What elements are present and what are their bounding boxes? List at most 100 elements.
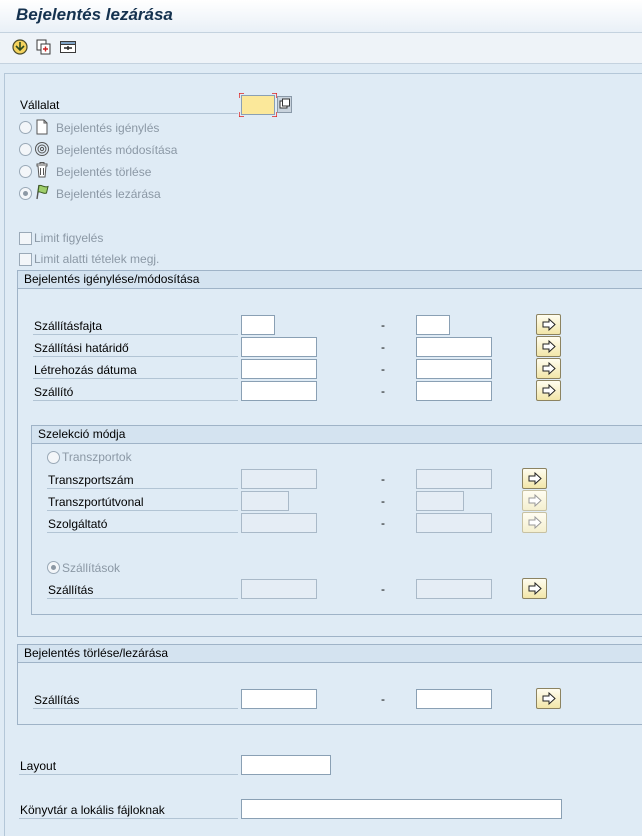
shipment-type-to-input[interactable]: [416, 315, 450, 335]
row-underline: [33, 356, 238, 357]
row-underline: [47, 510, 238, 511]
delivery-multiple-selection-button[interactable]: [522, 578, 547, 599]
delivery-label: Szállítás: [48, 583, 94, 597]
row-underline: [19, 818, 238, 819]
supplier-multiple-selection-button[interactable]: [536, 380, 561, 401]
service-provider-from-input[interactable]: [241, 513, 317, 533]
title-bar: Bejelentés lezárása: [0, 0, 642, 33]
delivery-deadline-label: Szállítási határidő: [34, 341, 129, 355]
radio-delete[interactable]: [19, 165, 32, 178]
local-directory-input[interactable]: [241, 799, 562, 819]
arrow-right-icon: [542, 383, 556, 398]
transport-number-to-input[interactable]: [416, 469, 492, 489]
radio-deliveries[interactable]: [47, 561, 60, 574]
close-delivery-to-input[interactable]: [416, 689, 492, 709]
creation-date-label: Létrehozás dátuma: [34, 363, 137, 377]
radio-request[interactable]: [19, 121, 32, 134]
document-icon: [36, 119, 48, 135]
below-limit-items-label: Limit alatti tételek megj.: [34, 252, 160, 266]
transport-number-multiple-selection-button[interactable]: [522, 468, 547, 489]
service-provider-label: Szolgáltató: [48, 517, 108, 531]
copy-variant-button[interactable]: [35, 38, 53, 56]
range-separator: -: [381, 472, 385, 486]
radio-modify[interactable]: [19, 143, 32, 156]
transport-route-label: Transzportútvonal: [48, 495, 144, 509]
delivery-deadline-to-input[interactable]: [416, 337, 492, 357]
creation-date-from-input[interactable]: [241, 359, 317, 379]
request-modify-group-title: Bejelentés igénylése/módosítása: [24, 272, 200, 286]
close-delivery-from-input[interactable]: [241, 689, 317, 709]
row-underline: [47, 532, 238, 533]
required-field-marker: [239, 93, 277, 117]
layout-input[interactable]: [241, 755, 331, 775]
radio-transports[interactable]: [47, 451, 60, 464]
row-underline: [19, 774, 238, 775]
shipment-type-multiple-selection-button[interactable]: [536, 314, 561, 335]
range-separator: -: [381, 494, 385, 508]
shipment-type-from-input[interactable]: [241, 315, 275, 335]
value-help-icon: [279, 98, 290, 109]
creation-date-multiple-selection-button[interactable]: [536, 358, 561, 379]
range-separator: -: [381, 340, 385, 354]
radio-close[interactable]: [19, 187, 32, 200]
selection-mode-group-title: Szelekció módja: [38, 427, 126, 441]
execute-icon: [12, 39, 28, 55]
delivery-deadline-from-input[interactable]: [241, 337, 317, 357]
copy-variant-icon: [36, 39, 51, 55]
limit-watch-checkbox[interactable]: [19, 232, 32, 245]
supplier-from-input[interactable]: [241, 381, 317, 401]
spiral-icon: [35, 142, 49, 156]
selection-options-icon: [60, 41, 76, 53]
row-underline: [47, 488, 238, 489]
radio-transports-label: Transzportok: [62, 450, 132, 464]
request-modify-group-header: Bejelentés igénylése/módosítása: [18, 271, 642, 289]
transport-route-multiple-selection-button[interactable]: [522, 490, 547, 511]
value-help-button[interactable]: [277, 96, 292, 113]
transport-number-label: Transzportszám: [48, 473, 134, 487]
delete-close-group: Bejelentés törlése/lezárása: [17, 644, 642, 725]
row-underline: [33, 378, 238, 379]
row-underline: [33, 708, 238, 709]
selection-options-button[interactable]: [59, 38, 77, 56]
application-toolbar: [0, 33, 642, 64]
trash-icon: [36, 162, 48, 178]
service-provider-to-input[interactable]: [416, 513, 492, 533]
delivery-deadline-multiple-selection-button[interactable]: [536, 336, 561, 357]
radio-deliveries-label: Szállítások: [62, 561, 121, 575]
delivery-from-input[interactable]: [241, 579, 317, 599]
transport-route-to-input[interactable]: [416, 491, 464, 511]
close-delivery-multiple-selection-button[interactable]: [536, 688, 561, 709]
arrow-right-icon: [542, 691, 556, 706]
close-delivery-label: Szállítás: [34, 693, 80, 707]
company-underline: [20, 113, 238, 114]
limit-watch-label: Limit figyelés: [34, 231, 104, 245]
radio-modify-label: Bejelentés módosítása: [56, 143, 178, 157]
row-underline: [33, 400, 238, 401]
arrow-right-icon: [528, 493, 542, 508]
arrow-right-icon: [542, 339, 556, 354]
layout-label: Layout: [20, 759, 57, 773]
delete-close-group-title: Bejelentés törlése/lezárása: [24, 646, 169, 660]
local-directory-label: Könyvtár a lokális fájloknak: [20, 803, 165, 817]
page-title: Bejelentés lezárása: [16, 5, 173, 24]
arrow-right-icon: [542, 361, 556, 376]
service-provider-multiple-selection-button[interactable]: [522, 512, 547, 533]
supplier-to-input[interactable]: [416, 381, 492, 401]
below-limit-items-checkbox[interactable]: [19, 253, 32, 266]
creation-date-to-input[interactable]: [416, 359, 492, 379]
range-separator: -: [381, 582, 385, 596]
range-separator: -: [381, 692, 385, 706]
range-separator: -: [381, 384, 385, 398]
selection-mode-group-header: Szelekció módja: [32, 426, 642, 444]
row-underline: [47, 598, 238, 599]
delivery-to-input[interactable]: [416, 579, 492, 599]
arrow-right-icon: [528, 581, 542, 596]
transport-route-from-input[interactable]: [241, 491, 289, 511]
execute-button[interactable]: [11, 38, 29, 56]
range-separator: -: [381, 362, 385, 376]
shipment-type-label: Szállításfajta: [34, 319, 103, 333]
arrow-right-icon: [542, 317, 556, 332]
transport-number-from-input[interactable]: [241, 469, 317, 489]
row-underline: [33, 334, 238, 335]
arrow-right-icon: [528, 471, 542, 486]
